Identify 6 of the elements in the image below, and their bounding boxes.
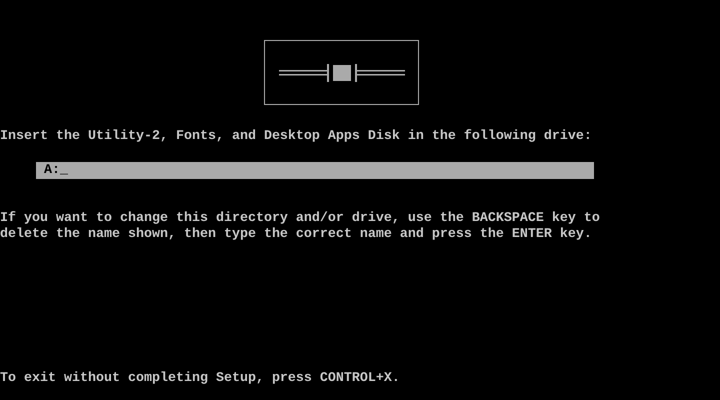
drive-input-field[interactable]: A:_ — [36, 162, 594, 179]
instruction-line: If you want to change this directory and/or drive, use the BACKSPACE key to — [0, 211, 601, 227]
instruction-line: delete the name shown, then type the correct name and press the ENTER key. — [0, 227, 593, 243]
disk-drive-icon — [278, 64, 404, 82]
prompt-text: Insert the Utility-2, Fonts, and Desktop Apps Disk in the following drive: — [0, 129, 593, 145]
exit-hint-text: To exit without completing Setup, press CONTROL+X. — [0, 371, 401, 387]
